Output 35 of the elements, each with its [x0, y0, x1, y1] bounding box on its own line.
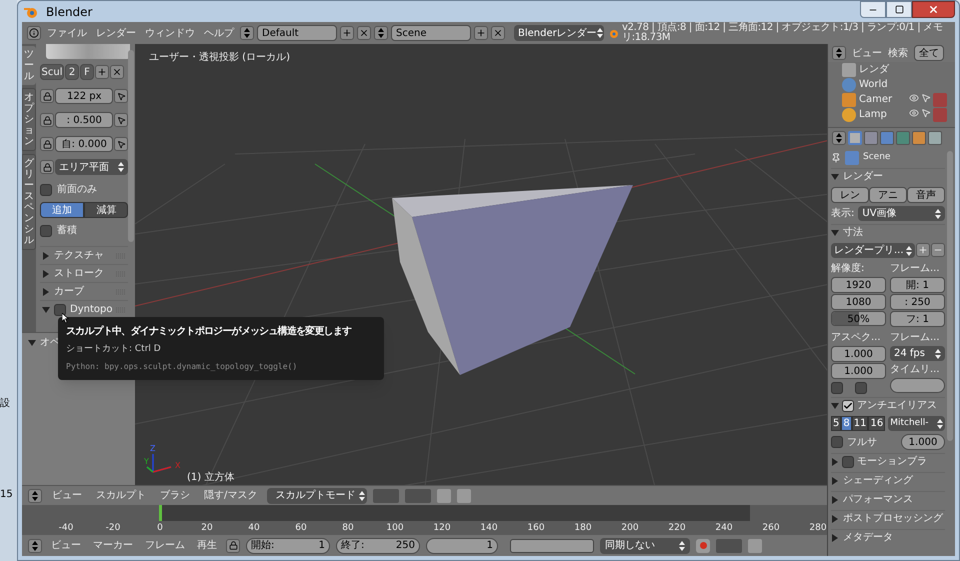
field-label: フレーム...: [890, 331, 941, 345]
tick-label: 220: [668, 522, 686, 535]
tick-label: -20: [106, 522, 120, 535]
field-label: 解像度:: [831, 262, 866, 276]
desktop-text: 設: [0, 396, 10, 411]
tick-label: 120: [433, 522, 451, 535]
tick-label: 40: [248, 522, 260, 535]
tick-label: 160: [527, 522, 545, 535]
checkbox-label: フルサ: [847, 436, 877, 450]
field-label: タイムリ...: [890, 363, 941, 377]
tick-label: 240: [715, 522, 733, 535]
tick-label: 20: [201, 522, 213, 535]
context-path: Scene: [863, 151, 890, 164]
tick-label: 200: [621, 522, 639, 535]
tick-label: -40: [58, 522, 74, 535]
axis-label: Y: [144, 457, 149, 466]
tick-label: 100: [386, 522, 404, 535]
axis-label: Z: [150, 444, 156, 453]
display-label: 表示:: [831, 206, 854, 221]
tick-label: 140: [480, 522, 498, 535]
field-label: フレーム...: [890, 262, 941, 276]
checkbox-label: 前面のみ: [57, 183, 97, 197]
axis-label: X: [175, 461, 180, 470]
tick-label: 180: [574, 522, 592, 535]
checkbox-label: 蓄積: [57, 224, 77, 238]
tick-label: 260: [762, 522, 780, 535]
viewport-title: ユーザー・透視投影 (ローカル): [149, 50, 290, 65]
tick-label: 60: [295, 522, 307, 535]
object-label: (1) 立方体: [187, 470, 234, 485]
tick-label: 80: [342, 522, 354, 535]
field-label: アスペク...: [831, 331, 882, 345]
desktop-text: 15: [0, 488, 13, 502]
window-title: Blender: [46, 4, 92, 20]
tick-label: 0: [157, 522, 163, 535]
tick-label: 280: [809, 522, 827, 535]
